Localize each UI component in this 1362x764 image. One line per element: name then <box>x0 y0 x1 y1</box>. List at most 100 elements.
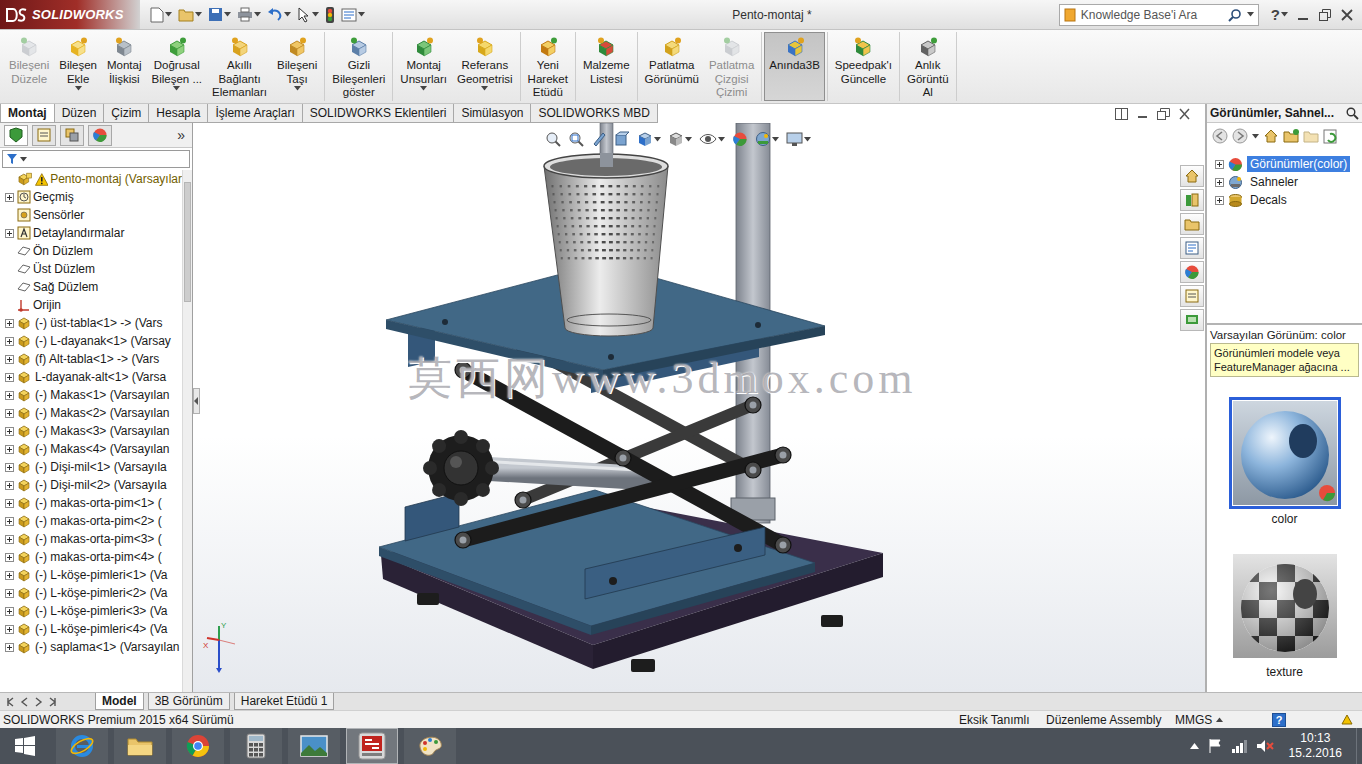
tree-item[interactable]: (-) üst-tabla<1> -> (Vars <box>0 314 182 332</box>
tab-scroll-icon[interactable] <box>6 697 16 707</box>
expand-icon[interactable] <box>5 535 14 544</box>
command-button[interactable]: GizliBileşenlerigöster <box>327 32 390 101</box>
rebuild-button[interactable] <box>325 6 335 24</box>
custom-properties-tab[interactable] <box>1180 285 1204 307</box>
show-desktop-button[interactable] <box>1356 728 1362 764</box>
tree-scrollbar[interactable] <box>182 170 192 692</box>
model-tab[interactable]: Model <box>95 693 144 710</box>
apply-scene[interactable] <box>755 131 779 147</box>
tree-item[interactable]: (-) Dişi-mil<1> (Varsayıla <box>0 458 182 476</box>
taskbar-app[interactable] <box>114 728 166 764</box>
previous-view[interactable] <box>591 131 607 147</box>
expand-icon[interactable] <box>5 517 14 526</box>
help-button[interactable]: ? <box>1271 6 1288 23</box>
tree-item[interactable]: (-) saplama<1> (Varsayılan <box>0 638 182 656</box>
command-button[interactable]: Anında3B <box>764 32 825 101</box>
undo-button[interactable] <box>267 8 291 22</box>
command-tab[interactable]: İşleme Araçları <box>207 104 302 123</box>
signal-icon[interactable] <box>1231 739 1247 753</box>
expand-icon[interactable] <box>5 463 14 472</box>
refresh-icon[interactable] <box>1323 128 1339 144</box>
expand-icon[interactable] <box>5 427 14 436</box>
expand-icon[interactable] <box>1215 160 1224 169</box>
tree-item[interactable]: (f) Alt-tabla<1> -> (Vars <box>0 350 182 368</box>
tree-filter[interactable] <box>2 150 190 168</box>
pane-splitter[interactable] <box>1207 323 1362 325</box>
tree-item[interactable]: (-) L-dayanak<1> (Varsay <box>0 332 182 350</box>
command-tab[interactable]: Simülasyon <box>453 104 531 123</box>
options-button[interactable] <box>341 8 365 22</box>
tree-item[interactable]: (-) Makas<2> (Varsayılan <box>0 404 182 422</box>
tree-item[interactable]: (-) Makas<3> (Varsayılan <box>0 422 182 440</box>
command-tab[interactable]: Montaj <box>0 104 55 123</box>
configuration-tab[interactable] <box>60 125 84 146</box>
tree-item[interactable]: (-) makas-orta-pim<4> ( <box>0 548 182 566</box>
graphics-area[interactable]: 莫西网www.3dmox.comYX <box>193 123 1205 692</box>
expand-icon[interactable] <box>5 625 14 634</box>
tab-scroll-icon[interactable] <box>34 697 44 707</box>
expand-icon[interactable] <box>5 409 14 418</box>
print-button[interactable] <box>237 7 261 22</box>
swatch-frame[interactable] <box>1229 397 1341 509</box>
taskbar-app[interactable] <box>346 728 398 764</box>
taskbar-app[interactable] <box>56 728 108 764</box>
more-tabs-button[interactable]: » <box>177 127 188 143</box>
tree-item[interactable]: Orijin <box>0 296 182 314</box>
tree-item[interactable]: Geçmiş <box>0 188 182 206</box>
status-notification[interactable] <box>1340 713 1362 727</box>
file-explorer-tab[interactable] <box>1180 213 1204 235</box>
display-manager-tab[interactable] <box>88 125 112 146</box>
tree-item[interactable]: (-) makas-orta-pim<3> ( <box>0 530 182 548</box>
tree-item[interactable]: (-) makas-orta-pim<2> ( <box>0 512 182 530</box>
new-button[interactable] <box>150 7 172 23</box>
search-icon[interactable] <box>1346 107 1359 120</box>
scroll-thumb[interactable] <box>184 182 191 302</box>
design-library-tab[interactable] <box>1180 189 1204 211</box>
expand-icon[interactable] <box>5 229 14 238</box>
zoom-to-fit[interactable] <box>545 131 561 147</box>
tree-item[interactable]: (-) L-köşe-pimleri<3> (Va <box>0 602 182 620</box>
close-icon[interactable] <box>1340 8 1354 22</box>
forward-icon[interactable] <box>1232 128 1248 144</box>
start-button[interactable] <box>0 728 50 764</box>
command-tab[interactable]: Hesapla <box>148 104 208 123</box>
expand-icon[interactable] <box>5 373 14 382</box>
command-button[interactable]: AkıllıBağlantıElemanları <box>207 32 272 101</box>
tree-item[interactable]: Detaylandırmalar <box>0 224 182 242</box>
view-palette-tab[interactable] <box>1180 237 1204 259</box>
adjust-knob[interactable] <box>423 430 499 506</box>
command-tab[interactable]: SOLIDWORKS Eklentileri <box>302 104 455 123</box>
panel-collapse-handle[interactable] <box>193 388 200 414</box>
tree-item[interactable]: (-) Makas<4> (Varsayılan <box>0 440 182 458</box>
expand-icon[interactable] <box>1215 178 1224 187</box>
command-button[interactable]: YeniHareketEtüdü <box>523 32 573 101</box>
action-center-icon[interactable] <box>1208 738 1222 754</box>
swatch-item[interactable]: color <box>1229 397 1341 526</box>
command-button[interactable]: Montajİlişkisi <box>102 32 147 101</box>
expand-icon[interactable] <box>1215 196 1224 205</box>
view-orientation[interactable] <box>637 131 661 147</box>
restore-view-icon[interactable] <box>1157 108 1170 120</box>
command-button[interactable]: DoğrusalBileşen ... <box>147 32 208 101</box>
display-style[interactable] <box>668 131 692 147</box>
appearances-tab[interactable] <box>1180 261 1204 283</box>
zoom-to-area[interactable] <box>568 131 584 147</box>
expand-icon[interactable] <box>5 193 14 202</box>
command-button[interactable]: BileşeniTaşı <box>272 32 322 101</box>
units-selector[interactable]: MMGS <box>1175 713 1272 727</box>
folder-icon[interactable] <box>1303 128 1319 144</box>
expand-icon[interactable] <box>5 589 14 598</box>
split-view-icon[interactable] <box>1115 108 1128 120</box>
expand-icon[interactable] <box>5 571 14 580</box>
resources-tab[interactable] <box>1180 165 1204 187</box>
expand-icon[interactable] <box>5 481 14 490</box>
taskbar-app[interactable] <box>172 728 224 764</box>
tree-item[interactable]: (-) Makas<1> (Varsayılan <box>0 386 182 404</box>
edit-appearance[interactable] <box>732 131 748 147</box>
command-button[interactable]: BileşenEkle <box>54 32 102 101</box>
texture-sphere-swatch[interactable] <box>1233 554 1337 658</box>
model-tab[interactable]: 3B Görünüm <box>148 693 230 710</box>
clock[interactable]: 10:1315.2.2016 <box>1283 731 1348 761</box>
color-sphere-swatch[interactable] <box>1233 401 1337 505</box>
solidworks-forum-tab[interactable] <box>1180 309 1204 331</box>
